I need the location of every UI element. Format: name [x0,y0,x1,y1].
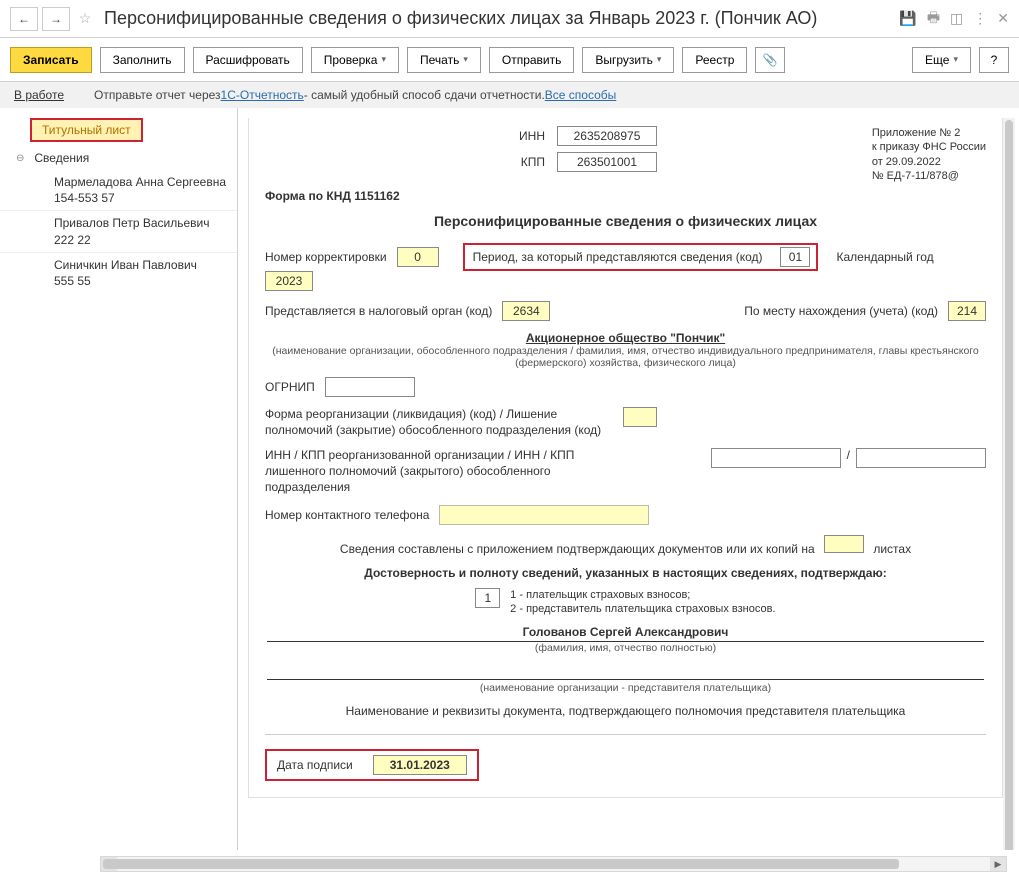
pages-after: листах [873,542,911,556]
print-button[interactable]: Печать [407,47,481,73]
send-button[interactable]: Отправить [489,47,575,73]
kpp-field[interactable]: 263501001 [557,152,657,172]
info-text1: Отправьте отчет через [94,88,221,102]
confirm-options: 1 - плательщик страховых взносов; 2 - пр… [510,588,775,617]
sidebar-title-page[interactable]: Титульный лист [0,114,237,146]
sig-date-label: Дата подписи [277,758,353,772]
pages-before: Сведения составлены с приложением подтве… [340,542,815,556]
form-title: Персонифицированные сведения о физически… [265,213,986,229]
hscrollbar-thumb[interactable] [103,859,899,869]
divider [265,734,986,735]
nav-forward-button[interactable]: → [42,7,70,31]
print-icon[interactable]: 🖶 [927,7,940,31]
reorg-label: Форма реорганизации (ликвидация) (код) /… [265,407,605,438]
title-bar: ← → ☆ Персонифицированные сведения о физ… [0,0,1019,38]
nav-back-button[interactable]: ← [10,7,38,31]
corr-field[interactable]: 0 [397,247,439,267]
decode-button[interactable]: Расшифровать [193,47,303,73]
tax-org-label: Представляется в налоговый орган (код) [265,304,492,318]
period-field[interactable]: 01 [780,247,810,267]
rep-org-hint: (наименование организации - представител… [265,682,986,694]
scroll-right-icon[interactable]: ▶ [990,857,1006,871]
window-title: Персонифицированные сведения о физически… [104,8,899,29]
sidebar-person-1[interactable]: Привалов Петр Васильевич 222 22 [0,210,237,251]
attachment-info: Приложение № 2 к приказу ФНС России от 2… [872,126,986,183]
kpp-label: КПП [495,155,545,169]
info-link-all[interactable]: Все способы [545,88,617,102]
doc-icon[interactable]: ◫ [950,10,963,27]
more-vertical-icon[interactable]: ⋮ [973,10,987,27]
save-button[interactable]: Записать [10,47,92,73]
favorite-star-icon[interactable]: ☆ [74,8,96,30]
signer-hint: (фамилия, имя, отчество полностью) [265,642,986,654]
phone-label: Номер контактного телефона [265,508,429,522]
save-icon[interactable]: 💾 [899,10,916,27]
inn-label: ИНН [495,129,545,143]
form-area: ИНН 2635208975 КПП 263501001 Приложение … [238,108,1019,850]
sidebar-section-svedeniya[interactable]: ⊖ Сведения [0,146,237,170]
more-button[interactable]: Еще [912,47,971,73]
info-link-1c[interactable]: 1С-Отчетность [221,88,304,102]
confirm-header: Достоверность и полноту сведений, указан… [265,566,986,580]
rep-org-line[interactable] [267,662,984,680]
reorg-code-field[interactable] [623,407,657,427]
upload-button[interactable]: Выгрузить [582,47,674,73]
fill-button[interactable]: Заполнить [100,47,185,73]
close-icon[interactable]: ✕ [997,10,1009,27]
ogrnip-label: ОГРНИП [265,380,315,394]
tax-org-field[interactable]: 2634 [502,301,550,321]
help-button[interactable]: ? [979,47,1009,73]
info-text2: - самый удобный способ сдачи отчетности. [304,88,545,102]
signature-date-highlight: Дата подписи 31.01.2023 [265,749,479,781]
attach-button[interactable]: 📎 [755,47,785,73]
ogrnip-field[interactable] [325,377,415,397]
toolbar: Записать Заполнить Расшифровать Проверка… [0,38,1019,82]
sidebar-person-2[interactable]: Синичкин Иван Павлович 555 55 [0,252,237,293]
year-field[interactable]: 2023 [265,271,313,291]
doc-text: Наименование и реквизиты документа, подт… [265,704,986,718]
check-button[interactable]: Проверка [311,47,399,73]
form-knd: Форма по КНД 1151162 [265,189,986,203]
inn-field[interactable]: 2635208975 [557,126,657,146]
year-label: Календарный год [836,250,933,264]
place-label: По месту нахождения (учета) (код) [744,304,938,318]
status-link[interactable]: В работе [14,88,64,102]
collapse-icon[interactable]: ⊖ [16,153,24,164]
reorg-inn-field[interactable] [711,448,841,468]
sidebar: Титульный лист ⊖ Сведения Мармеладова Ан… [0,108,238,850]
org-name: Акционерное общество "Пончик" [265,331,986,345]
phone-field[interactable] [439,505,649,525]
sidebar-person-0[interactable]: Мармеладова Анна Сергеевна 154-553 57 [0,170,237,210]
pages-field[interactable] [824,535,864,553]
reorg-inn-label: ИНН / КПП реорганизованной организации /… [265,448,605,495]
scrollbar-thumb[interactable] [1005,120,1013,850]
sig-date-field[interactable]: 31.01.2023 [373,755,467,775]
corr-label: Номер корректировки [265,250,387,264]
place-field[interactable]: 214 [948,301,986,321]
confirm-code-field[interactable]: 1 [475,588,500,608]
period-label: Период, за который представляются сведен… [473,250,763,264]
horizontal-scrollbar[interactable]: ◀ ▶ [100,856,1007,872]
vertical-scrollbar[interactable] [1003,118,1015,850]
signer-name[interactable]: Голованов Сергей Александрович [267,625,984,642]
org-hint: (наименование организации, обособленного… [265,345,986,369]
sidebar-section-label: Сведения [34,151,89,165]
info-strip: В работе Отправьте отчет через 1С-Отчетн… [0,82,1019,108]
period-highlight: Период, за который представляются сведен… [463,243,819,271]
reorg-kpp-field[interactable] [856,448,986,468]
registry-button[interactable]: Реестр [682,47,747,73]
